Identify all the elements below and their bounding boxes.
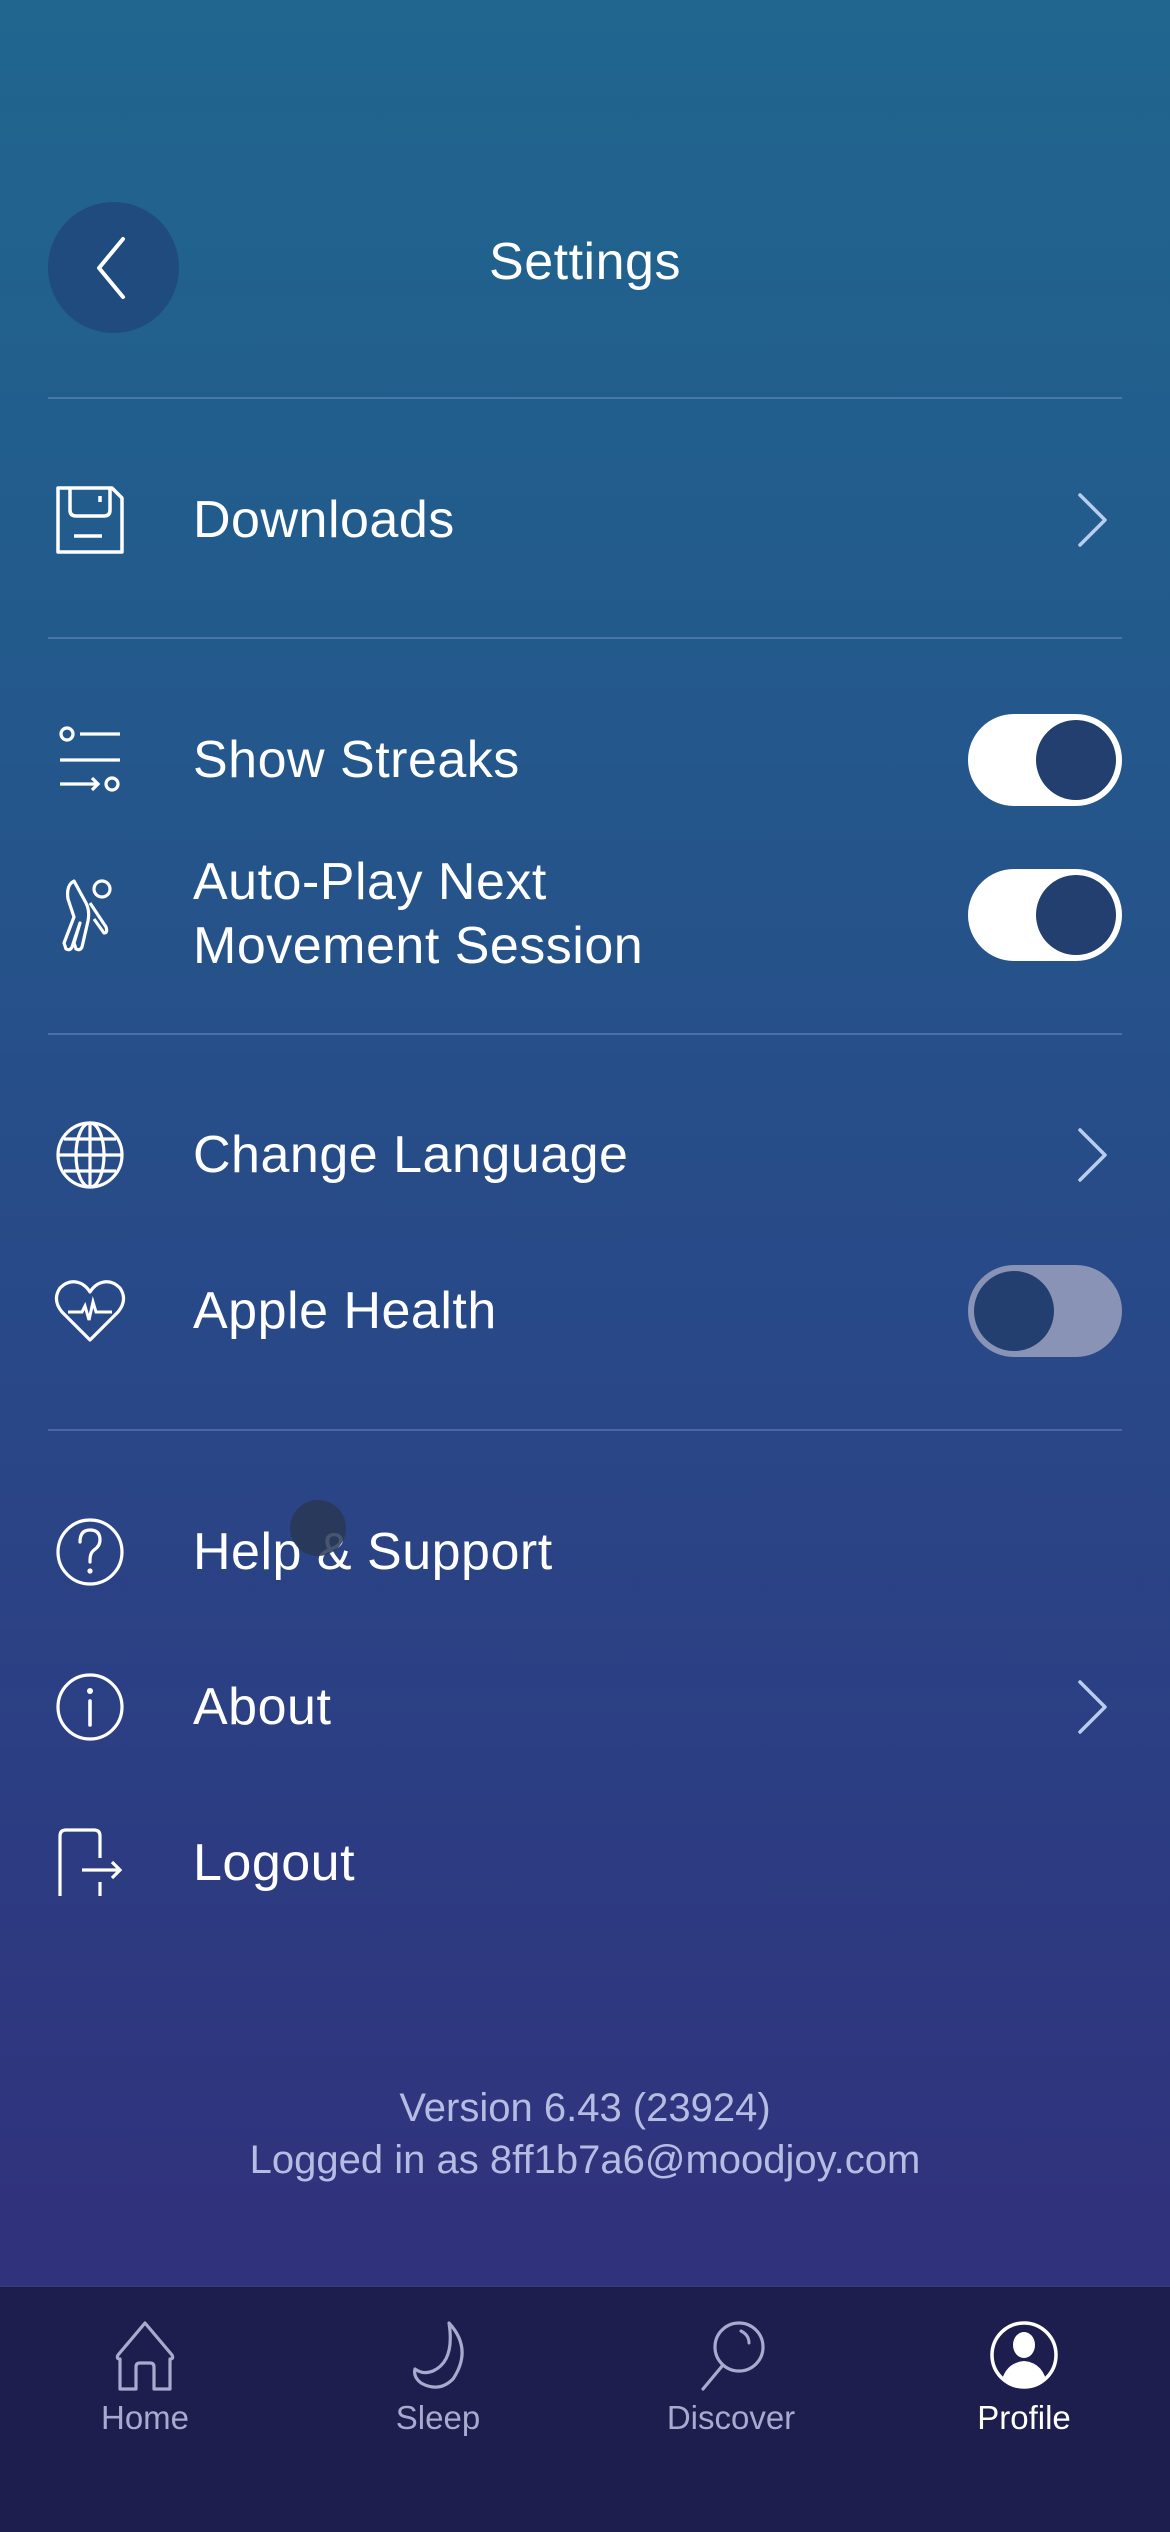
settings-row-auto-play: Auto-Play Next Movement Session [0, 850, 1170, 980]
row-label-line1: Auto-Play Next [193, 853, 547, 911]
auto-play-toggle[interactable] [968, 869, 1122, 961]
toggle-knob [974, 1271, 1054, 1351]
movement-figure-icon [50, 875, 130, 955]
page-title: Settings [489, 233, 681, 291]
row-label: Show Streaks [193, 731, 520, 789]
tab-discover[interactable]: Discover [606, 2287, 856, 2437]
row-label: Logout [193, 1834, 356, 1892]
globe-icon [50, 1115, 130, 1195]
info-circle-icon [50, 1667, 130, 1747]
touch-indicator [290, 1500, 346, 1556]
floppy-disk-icon [50, 480, 130, 560]
tab-home[interactable]: Home [20, 2287, 270, 2437]
heart-pulse-icon [50, 1271, 130, 1351]
logout-icon [50, 1823, 130, 1903]
tab-sleep[interactable]: Sleep [313, 2287, 563, 2437]
row-label: About [193, 1678, 332, 1736]
row-label: Apple Health [193, 1282, 497, 1340]
toggle-knob [1036, 720, 1116, 800]
footer-info: Version 6.43 (23924) Logged in as 8ff1b7… [0, 2082, 1170, 2186]
tab-bar: Home Sleep Discover Profile [0, 2285, 1170, 2532]
question-circle-icon [50, 1512, 130, 1592]
tab-label: Profile [977, 2399, 1071, 2436]
magnifier-icon [693, 2317, 769, 2393]
tab-label: Discover [666, 2399, 796, 2436]
moon-icon [400, 2317, 476, 2393]
version-text: Version 6.43 (23924) [399, 2086, 771, 2130]
profile-icon [986, 2317, 1062, 2393]
settings-row-help-support[interactable]: Help & Support [0, 1487, 1170, 1617]
divider [48, 1429, 1122, 1431]
logged-in-text: Logged in as 8ff1b7a6@moodjoy.com [249, 2138, 921, 2182]
tab-label: Sleep [395, 2399, 481, 2436]
settings-row-change-language[interactable]: Change Language [0, 1090, 1170, 1220]
settings-row-logout[interactable]: Logout [0, 1798, 1170, 1928]
chevron-right-icon [1072, 1125, 1112, 1185]
row-label: Help & Support [193, 1523, 553, 1581]
row-label: Change Language [193, 1126, 629, 1184]
settings-row-downloads[interactable]: Downloads [0, 455, 1170, 585]
divider [48, 1033, 1122, 1035]
apple-health-toggle[interactable] [968, 1265, 1122, 1357]
chevron-right-icon [1072, 1677, 1112, 1737]
row-label: Downloads [193, 491, 455, 549]
settings-row-about[interactable]: About [0, 1642, 1170, 1772]
sliders-icon [50, 720, 130, 800]
row-label-line2: Movement Session [193, 917, 644, 975]
tab-label: Home [100, 2399, 190, 2436]
divider [48, 397, 1122, 399]
tab-profile[interactable]: Profile [899, 2287, 1149, 2437]
settings-screen: Settings Downloads Show Streaks Auto-Pla… [0, 0, 1170, 2285]
settings-row-show-streaks: Show Streaks [0, 695, 1170, 825]
home-icon [107, 2317, 183, 2393]
settings-row-apple-health: Apple Health [0, 1246, 1170, 1376]
divider [48, 637, 1122, 639]
toggle-knob [1036, 875, 1116, 955]
show-streaks-toggle[interactable] [968, 714, 1122, 806]
chevron-right-icon [1072, 490, 1112, 550]
